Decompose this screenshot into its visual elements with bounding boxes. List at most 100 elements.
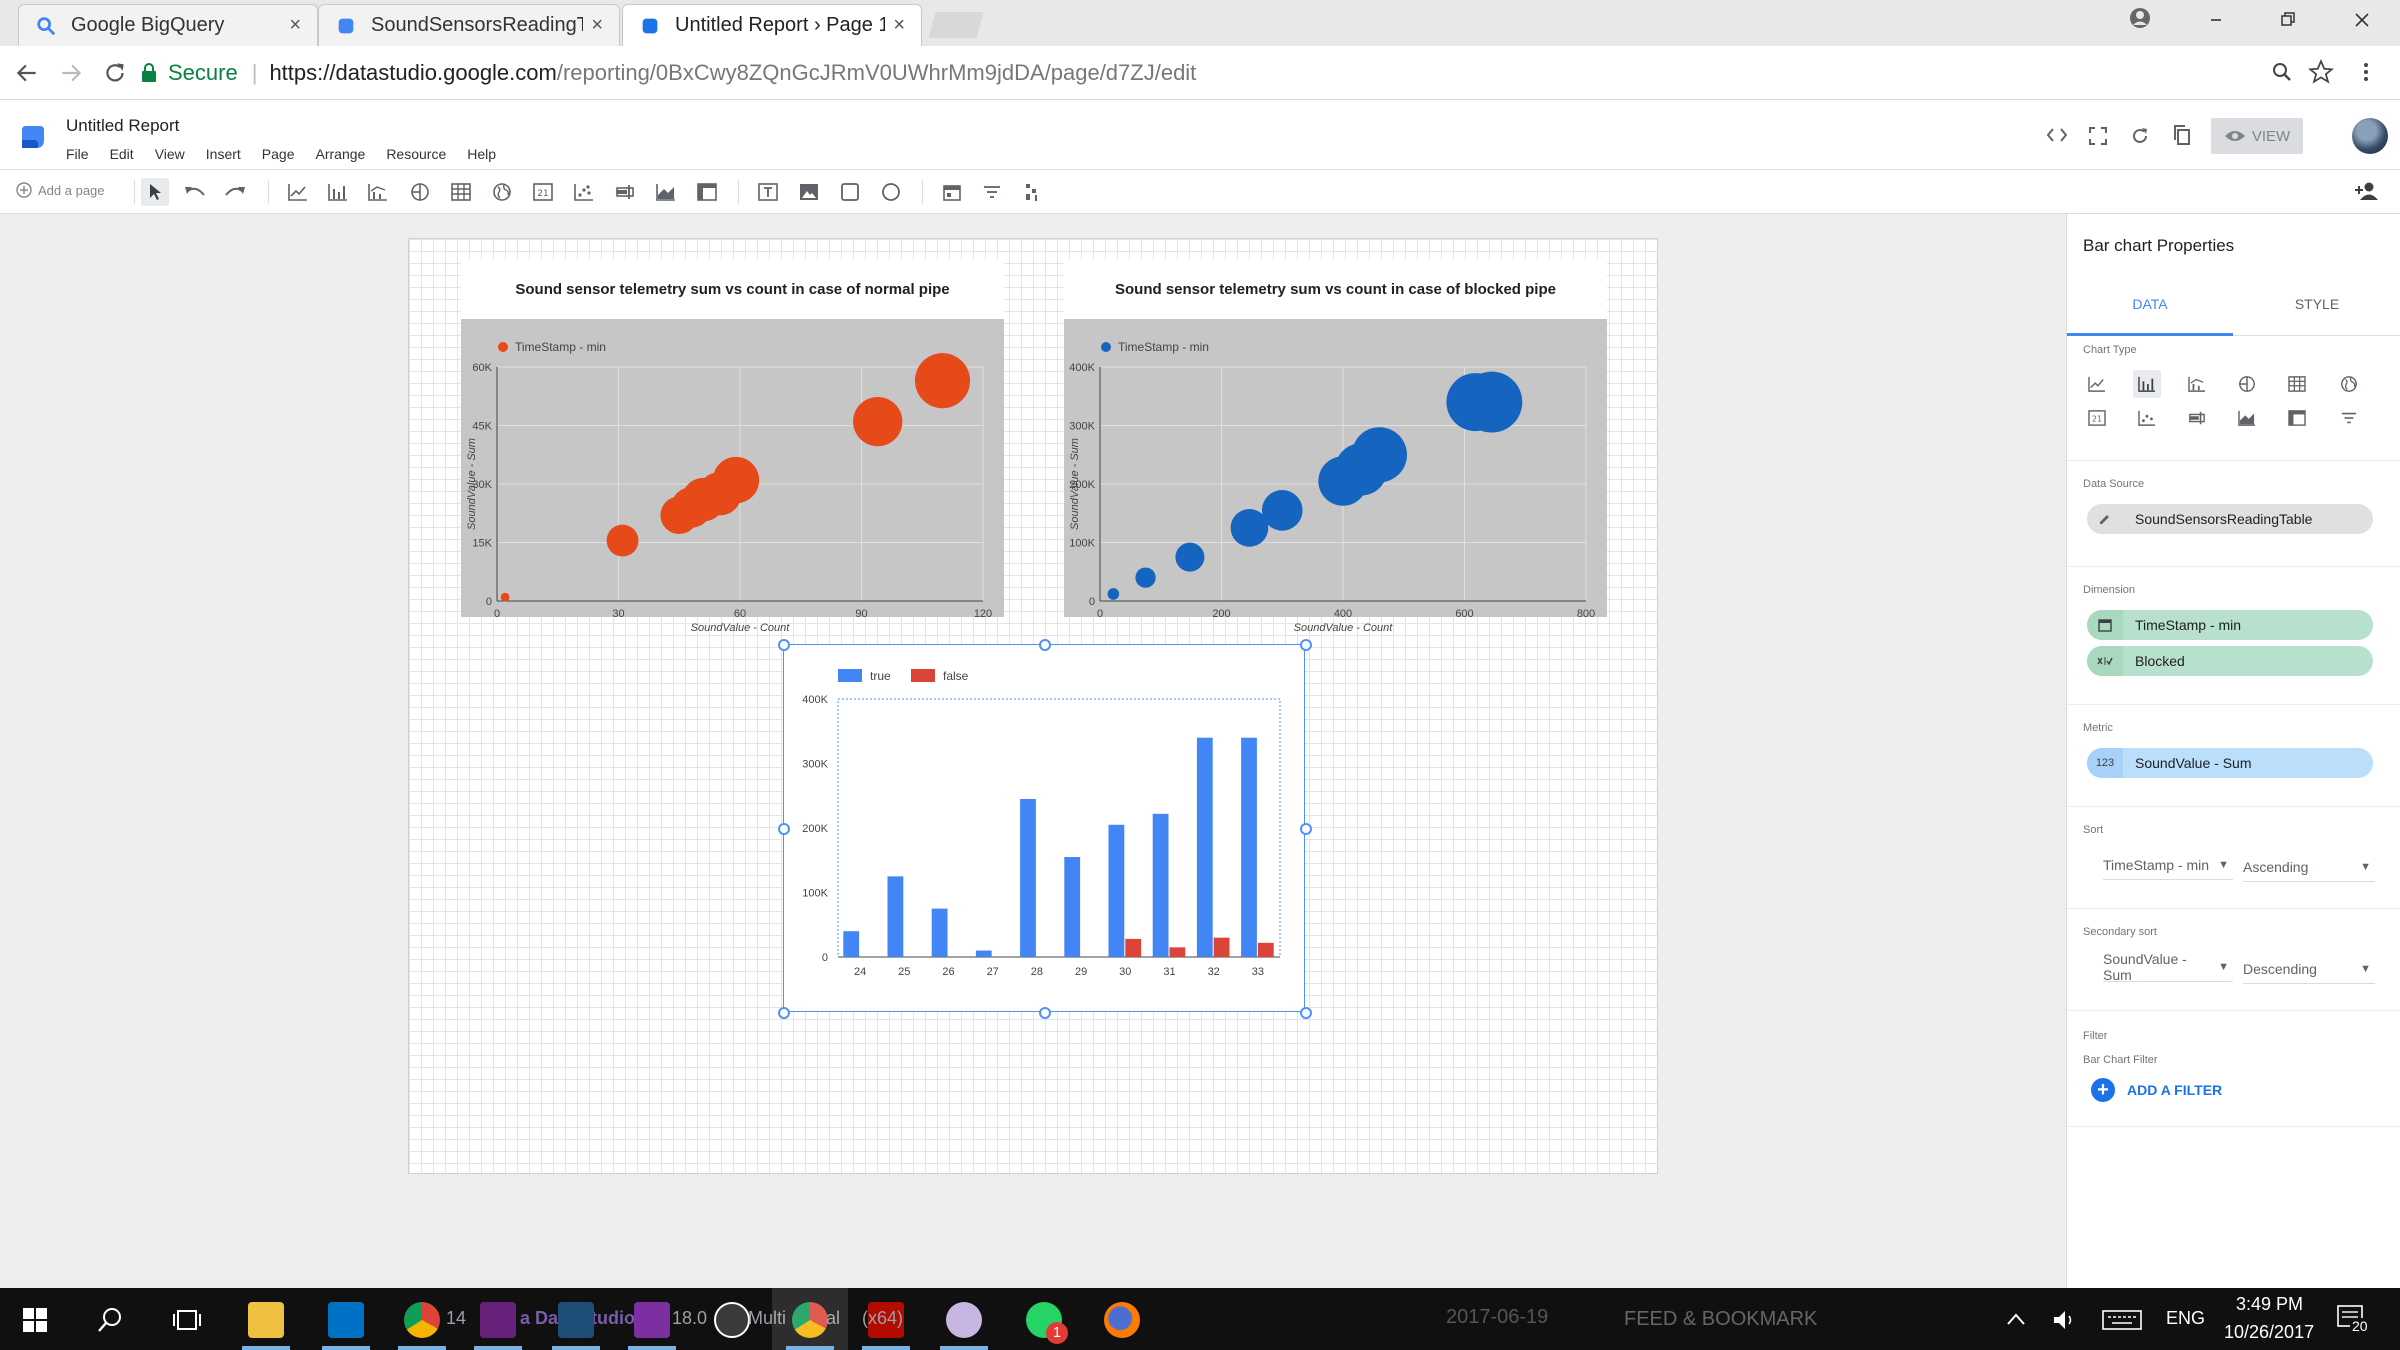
chart-type-time-series[interactable] [2083,370,2111,398]
share-add-person-icon[interactable] [2354,181,2380,201]
dimension-chip-blocked[interactable]: Blocked [2087,646,2373,676]
avatar[interactable] [2352,118,2388,154]
insert-date-range-button[interactable] [938,178,966,206]
insert-image-button[interactable] [795,178,823,206]
insert-scatter-button[interactable] [570,178,598,206]
secondary-sort-order-select[interactable]: Descending ▼ [2243,954,2375,984]
keyboard-icon[interactable] [2102,1310,2142,1330]
clock-time[interactable]: 3:49 PM [2236,1294,2303,1315]
menu-arrange[interactable]: Arrange [316,146,366,162]
back-icon[interactable] [14,60,40,86]
onenote-icon[interactable] [634,1302,670,1338]
chart-type-combo[interactable] [2183,370,2211,398]
chevron-up-icon[interactable] [2006,1312,2026,1326]
refresh-data-icon[interactable] [2130,126,2150,146]
sort-order-select[interactable]: Ascending ▼ [2243,852,2375,882]
clock-date[interactable]: 10/26/2017 [2224,1322,2314,1343]
insert-circle-button[interactable] [877,178,905,206]
chart-type-bullet[interactable] [2183,404,2211,432]
visual-studio-icon[interactable] [480,1302,516,1338]
new-tab-button[interactable] [928,12,984,38]
search-icon[interactable] [96,1306,124,1334]
menu-help[interactable]: Help [467,146,496,162]
chart-type-pivot[interactable] [2283,404,2311,432]
scatter-chart-blocked[interactable]: Sound sensor telemetry sum vs count in c… [1064,259,1607,634]
firefox-icon[interactable] [1104,1302,1140,1338]
insert-filter-control-button[interactable] [978,178,1006,206]
forward-icon[interactable] [58,60,84,86]
profile-icon[interactable] [2128,6,2152,30]
insert-rectangle-button[interactable] [836,178,864,206]
reload-icon[interactable] [102,60,128,86]
add-page-button[interactable]: Add a page [16,182,105,198]
chart-type-filter[interactable] [2335,404,2363,432]
undo-button[interactable] [181,178,209,206]
chrome-icon[interactable] [404,1302,440,1338]
tab-untitled-report[interactable]: Untitled Report › Page 1 × [622,4,922,46]
close-tab-icon[interactable]: × [893,14,905,37]
tab-style[interactable]: STYLE [2233,296,2400,312]
data-source-chip[interactable]: SoundSensorsReadingTable [2087,504,2373,534]
paint-icon[interactable] [946,1302,982,1338]
minimize-icon[interactable] [2206,10,2226,30]
restore-icon[interactable] [2278,10,2298,30]
insert-scorecard-button[interactable]: 21 [529,178,557,206]
close-window-icon[interactable] [2352,10,2372,30]
outlook-icon[interactable] [328,1302,364,1338]
redo-button[interactable] [221,178,249,206]
language-indicator[interactable]: ENG [2166,1308,2205,1329]
chart-type-bar[interactable] [2133,370,2161,398]
windows-start-icon[interactable] [22,1307,48,1333]
chart-type-table[interactable] [2283,370,2311,398]
tab-soundsensors[interactable]: SoundSensorsReadingTa × [318,4,620,46]
url-input[interactable]: Secure | https://datastudio.google.com /… [140,53,2320,93]
chart-type-scorecard[interactable]: 21 [2083,404,2111,432]
menu-edit[interactable]: Edit [110,146,134,162]
menu-resource[interactable]: Resource [386,146,446,162]
file-explorer-icon[interactable] [248,1302,284,1338]
chart-type-scatter[interactable] [2133,404,2161,432]
chart-type-geo[interactable] [2335,370,2363,398]
chart-type-area[interactable] [2233,404,2261,432]
insert-data-control-button[interactable] [1018,178,1046,206]
bookmark-star-icon[interactable] [2308,59,2334,85]
insert-time-series-button[interactable] [284,178,312,206]
insert-table-button[interactable] [447,178,475,206]
insert-bar-chart-button[interactable] [324,178,352,206]
menu-page[interactable]: Page [262,146,295,162]
tab-bigquery[interactable]: Google BigQuery × [18,4,318,46]
report-page[interactable]: Sound sensor telemetry sum vs count in c… [408,238,1658,1174]
zoom-icon[interactable] [2270,60,2294,84]
edit-pencil-icon[interactable] [2087,504,2123,534]
datastudio-logo-icon[interactable] [18,122,48,152]
close-tab-icon[interactable]: × [591,14,603,37]
secondary-sort-field-select[interactable]: SoundValue - Sum ▼ [2103,951,2233,983]
tab-data[interactable]: DATA [2067,296,2233,312]
select-tool[interactable] [141,178,169,206]
copy-report-icon[interactable] [2172,124,2192,146]
menu-view[interactable]: View [155,146,185,162]
browser-menu-icon[interactable] [2360,60,2372,84]
close-tab-icon[interactable]: × [289,14,301,37]
insert-combo-chart-button[interactable] [364,178,392,206]
dimension-chip-timestamp[interactable]: TimeStamp - min [2087,610,2373,640]
metric-chip-soundvalue-sum[interactable]: 123 SoundValue - Sum [2087,748,2373,778]
sort-field-select[interactable]: TimeStamp - min ▼ [2103,850,2233,880]
menu-file[interactable]: File [66,146,89,162]
embed-code-icon[interactable] [2046,126,2068,144]
slack-icon[interactable] [714,1302,750,1338]
sql-management-studio-icon[interactable] [558,1302,594,1338]
insert-area-chart-button[interactable] [652,178,680,206]
report-title[interactable]: Untitled Report [66,116,179,136]
chart-type-pie[interactable] [2233,370,2261,398]
insert-geo-map-button[interactable] [488,178,516,206]
insert-bullet-chart-button[interactable] [611,178,639,206]
view-mode-button[interactable]: VIEW [2211,118,2303,154]
insert-pie-chart-button[interactable] [406,178,434,206]
insert-text-button[interactable] [754,178,782,206]
fullscreen-icon[interactable] [2088,126,2108,146]
scatter-chart-normal[interactable]: Sound sensor telemetry sum vs count in c… [461,259,1004,634]
menu-insert[interactable]: Insert [206,146,241,162]
volume-icon[interactable] [2052,1308,2078,1332]
bar-chart-selected[interactable]: true false 0 100K 200K 300K 400K 24 25 26 27 28 29 30… [778,639,1312,1019]
